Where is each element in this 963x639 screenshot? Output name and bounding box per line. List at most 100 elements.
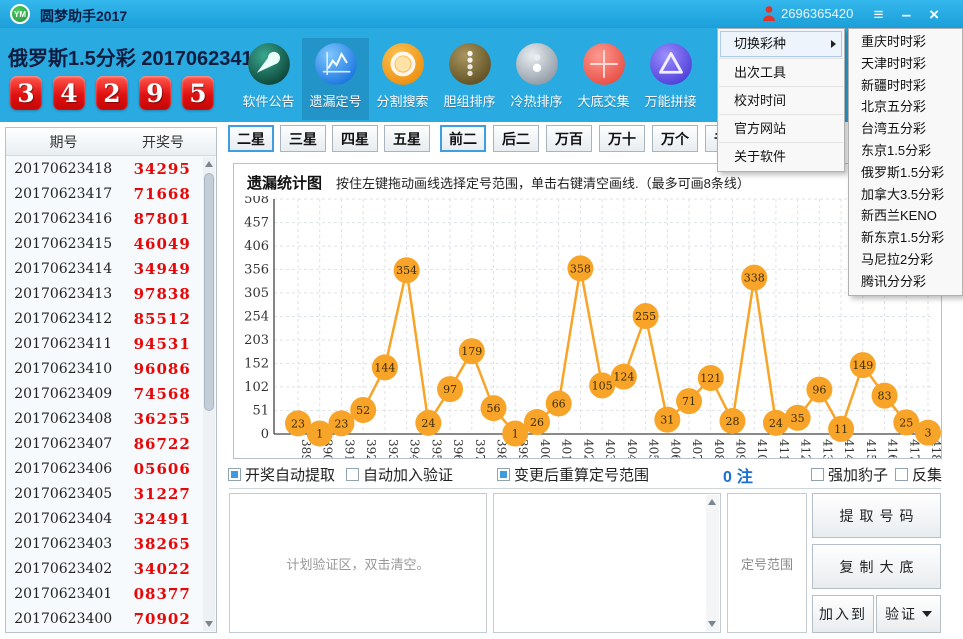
- menu-item-关于软件[interactable]: 关于软件: [719, 142, 843, 170]
- svg-text:392: 392: [364, 439, 378, 458]
- tab-万百[interactable]: 万百: [546, 125, 592, 152]
- svg-text:102: 102: [244, 380, 269, 395]
- plan-verify-area[interactable]: 计划验证区，双击清空。: [229, 493, 487, 633]
- svg-text:105: 105: [592, 379, 613, 392]
- draw-number-cell: 36255: [120, 410, 204, 428]
- submenu-item-马尼拉2分彩[interactable]: 马尼拉2分彩: [849, 249, 962, 271]
- window-menu-button[interactable]: ≡: [874, 6, 884, 23]
- table-row[interactable]: 2017062340605606: [6, 456, 204, 481]
- result-area[interactable]: [493, 493, 721, 633]
- checkbox-unchecked-icon[interactable]: [811, 468, 824, 481]
- tab-二星[interactable]: 二星: [228, 125, 274, 152]
- period-cell: 20170623408: [6, 411, 120, 427]
- scrollbar-thumb[interactable]: [204, 173, 214, 411]
- submenu-item-新疆时时彩[interactable]: 新疆时时彩: [849, 75, 962, 97]
- scroll-down-icon[interactable]: [708, 621, 716, 627]
- tab-前二[interactable]: 前二: [440, 125, 486, 152]
- toolbar-item-软件公告[interactable]: 软件公告: [235, 38, 302, 120]
- submenu-item-加拿大3.5分彩[interactable]: 加拿大3.5分彩: [849, 184, 962, 206]
- close-button[interactable]: ×: [929, 6, 939, 23]
- omission-chart-canvas[interactable]: 0511021522032543053564064575083893903913…: [234, 196, 942, 458]
- checkbox-label: 自动加入验证: [363, 464, 453, 485]
- table-row[interactable]: 2017062341096086: [6, 356, 204, 381]
- table-row[interactable]: 2017062341546049: [6, 231, 204, 256]
- submenu-item-重庆时时彩[interactable]: 重庆时时彩: [849, 31, 962, 53]
- tab-后二[interactable]: 后二: [493, 125, 539, 152]
- number-range-box[interactable]: 定号范围: [727, 493, 807, 633]
- table-row[interactable]: 2017062340070902: [6, 606, 204, 631]
- draw-number-cell: 97838: [120, 285, 204, 303]
- table-row[interactable]: 2017062340234022: [6, 556, 204, 581]
- checkbox-自动加入验证[interactable]: 自动加入验证: [346, 465, 453, 483]
- titlebar: YM 圆梦助手2017 2696365420 ≡ – ×: [0, 0, 963, 28]
- minimize-button[interactable]: –: [902, 6, 911, 23]
- submenu-item-新西兰KENO[interactable]: 新西兰KENO: [849, 205, 962, 227]
- toolbar-item-label: 遗漏定号: [309, 91, 361, 110]
- checkbox-checked-icon[interactable]: [228, 468, 241, 481]
- toolbar-item-遗漏定号[interactable]: 遗漏定号: [302, 38, 369, 120]
- svg-text:66: 66: [552, 397, 566, 410]
- table-row[interactable]: 2017062340108377: [6, 581, 204, 606]
- submenu-item-北京五分彩[interactable]: 北京五分彩: [849, 96, 962, 118]
- checkbox-unchecked-icon[interactable]: [895, 468, 908, 481]
- intersection-icon: [582, 42, 626, 86]
- svg-text:71: 71: [682, 395, 696, 408]
- add-to-button[interactable]: 加入到: [812, 595, 874, 633]
- history-scrollbar[interactable]: [203, 157, 215, 631]
- tab-万十[interactable]: 万十: [599, 125, 645, 152]
- verify-button[interactable]: 验证: [876, 595, 941, 633]
- table-row[interactable]: 2017062340836255: [6, 406, 204, 431]
- submenu-item-腾讯分分彩[interactable]: 腾讯分分彩: [849, 271, 962, 293]
- tab-万个[interactable]: 万个: [652, 125, 698, 152]
- bet-count: 0注: [723, 463, 758, 487]
- scroll-up-icon[interactable]: [708, 499, 716, 505]
- toolbar-item-大底交集[interactable]: 大底交集: [570, 38, 637, 120]
- table-row[interactable]: 2017062340531227: [6, 481, 204, 506]
- menu-item-校对时间[interactable]: 校对时间: [719, 86, 843, 114]
- result-scrollbar[interactable]: [706, 495, 719, 631]
- table-row[interactable]: 2017062341194531: [6, 331, 204, 356]
- submenu-item-东京1.5分彩[interactable]: 东京1.5分彩: [849, 140, 962, 162]
- checkbox-变更后重算定号范围[interactable]: 变更后重算定号范围: [497, 465, 649, 483]
- checkbox-反集[interactable]: 反集: [895, 465, 942, 483]
- tab-四星[interactable]: 四星: [332, 125, 378, 152]
- table-row[interactable]: 2017062341834295: [6, 156, 204, 181]
- toolbar-item-万能拼接[interactable]: 万能拼接: [637, 38, 704, 120]
- copy-pool-button[interactable]: 复制大底: [812, 544, 941, 589]
- submenu-item-俄罗斯1.5分彩[interactable]: 俄罗斯1.5分彩: [849, 162, 962, 184]
- toolbar-item-label: 大底交集: [577, 91, 629, 110]
- checkbox-强加豹子[interactable]: 强加豹子: [811, 465, 888, 483]
- toolbar-item-胆组排序[interactable]: 胆组排序: [436, 38, 503, 120]
- extract-numbers-button[interactable]: 提取号码: [812, 493, 941, 538]
- table-row[interactable]: 2017062340338265: [6, 531, 204, 556]
- checkbox-unchecked-icon[interactable]: [346, 468, 359, 481]
- menu-item-官方网站[interactable]: 官方网站: [719, 114, 843, 142]
- tab-三星[interactable]: 三星: [280, 125, 326, 152]
- table-row[interactable]: 2017062341285512: [6, 306, 204, 331]
- history-table: 期号 开奖号 201706234183429520170623417716682…: [5, 127, 217, 633]
- table-row[interactable]: 2017062340432491: [6, 506, 204, 531]
- table-row[interactable]: 2017062341434949: [6, 256, 204, 281]
- checkbox-开奖自动提取[interactable]: 开奖自动提取: [228, 465, 335, 483]
- menu-item-切换彩种[interactable]: 切换彩种: [719, 30, 843, 58]
- submenu-item-天津时时彩[interactable]: 天津时时彩: [849, 53, 962, 75]
- table-row[interactable]: 2017062340974568: [6, 381, 204, 406]
- toolbar-item-label: 胆组排序: [443, 91, 495, 110]
- tab-五星[interactable]: 五星: [384, 125, 430, 152]
- submenu-item-台湾五分彩[interactable]: 台湾五分彩: [849, 118, 962, 140]
- table-row[interactable]: 2017062341397838: [6, 281, 204, 306]
- toolbar-item-分割搜索[interactable]: 分割搜索: [369, 38, 436, 120]
- draw-number-ball: 3: [10, 76, 42, 110]
- menu-item-出次工具[interactable]: 出次工具: [719, 58, 843, 86]
- scroll-up-icon[interactable]: [205, 161, 213, 167]
- context-menu: 切换彩种出次工具校对时间官方网站关于软件: [717, 28, 845, 172]
- table-row[interactable]: 2017062341687801: [6, 206, 204, 231]
- column-header-number: 开奖号: [121, 132, 205, 152]
- table-row[interactable]: 2017062340786722: [6, 431, 204, 456]
- submenu-item-新东京1.5分彩[interactable]: 新东京1.5分彩: [849, 227, 962, 249]
- checkbox-checked-icon[interactable]: [497, 468, 510, 481]
- draw-number-ball: 4: [53, 76, 85, 110]
- toolbar-item-冷热排序[interactable]: 冷热排序: [503, 38, 570, 120]
- scroll-down-icon[interactable]: [205, 621, 213, 627]
- table-row[interactable]: 2017062341771668: [6, 181, 204, 206]
